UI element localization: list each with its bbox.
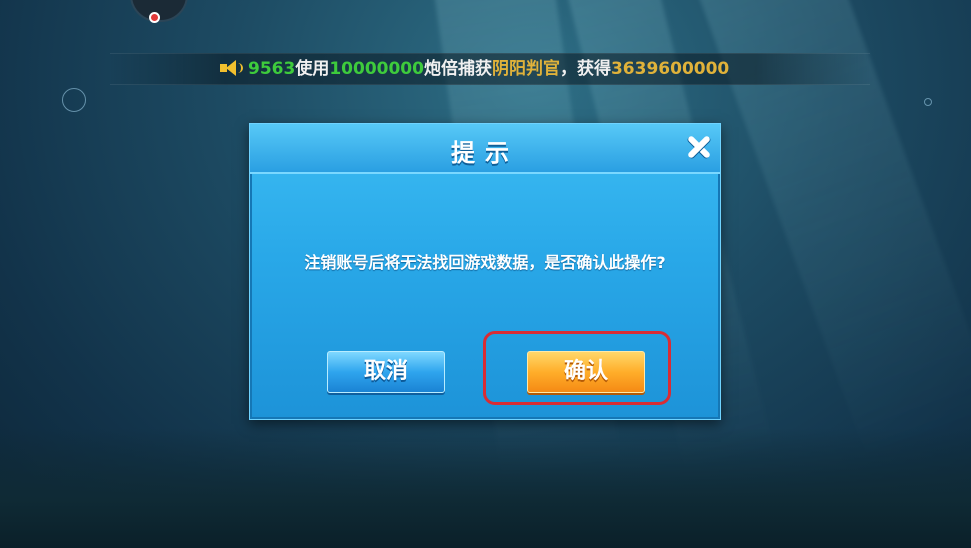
seabed <box>0 428 971 548</box>
marquee-multiplier: 10000000 <box>329 59 424 79</box>
close-icon[interactable] <box>684 132 714 162</box>
marquee-player-id: 9563 <box>248 59 296 79</box>
marquee-text-used: 使用 <box>295 59 330 79</box>
cancel-button[interactable]: 取消 <box>327 351 445 393</box>
marquee-reward: 3639600000 <box>610 59 730 79</box>
notification-dot <box>149 12 160 23</box>
confirm-dialog: 提示 注销账号后将无法找回游戏数据，是否确认此操作? 取消 确认 <box>249 123 721 420</box>
marquee-text: 9563使用10000000炮倍捕获阴阳判官，获得3639600000 <box>220 57 740 81</box>
broadcast-marquee: 9563使用10000000炮倍捕获阴阳判官，获得3639600000 <box>110 53 870 85</box>
marquee-fish-name: 阴阳判官 <box>491 59 560 79</box>
marquee-text-won: ，获得 <box>559 59 611 79</box>
dialog-header: 提示 <box>250 124 720 174</box>
confirm-button[interactable]: 确认 <box>527 351 645 393</box>
dialog-title: 提示 <box>451 139 519 167</box>
dialog-message: 注销账号后将无法找回游戏数据，是否确认此操作? <box>304 253 666 272</box>
marquee-text-caught: 炮倍捕获 <box>423 59 492 79</box>
speaker-icon <box>220 60 243 76</box>
